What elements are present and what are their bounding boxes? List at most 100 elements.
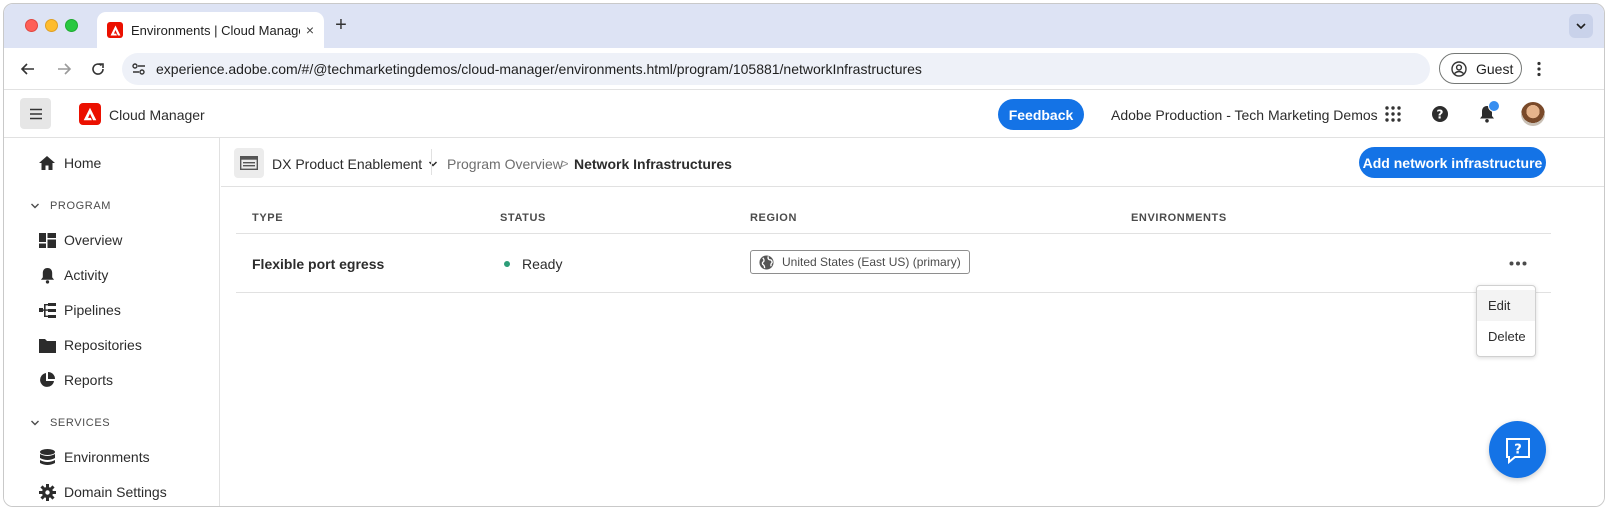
help-button[interactable]: ? bbox=[1489, 421, 1546, 478]
sidebar-item-label: Environments bbox=[64, 449, 150, 465]
column-header-status[interactable]: STATUS bbox=[500, 212, 546, 224]
close-window-button[interactable] bbox=[25, 19, 38, 32]
help-icon[interactable]: ? bbox=[1430, 104, 1450, 124]
add-network-infrastructure-button[interactable]: Add network infrastructure bbox=[1359, 147, 1546, 178]
region-tag: United States (East US) (primary) bbox=[750, 250, 970, 274]
tab-search-button[interactable] bbox=[1569, 14, 1593, 38]
chevron-down-icon bbox=[31, 420, 39, 426]
column-header-region[interactable]: REGION bbox=[750, 212, 797, 224]
browser-toolbar: experience.adobe.com/#/@techmarketingdem… bbox=[4, 48, 1604, 90]
sidebar-item-label: Reports bbox=[64, 372, 114, 388]
more-vertical-icon bbox=[1537, 61, 1541, 77]
pie-chart-icon bbox=[38, 371, 56, 389]
site-settings-icon[interactable] bbox=[122, 62, 156, 76]
user-avatar[interactable] bbox=[1521, 102, 1545, 126]
sidebar-item-label: Home bbox=[64, 155, 102, 171]
program-switcher[interactable]: DX Product Enablement bbox=[272, 156, 438, 172]
svg-text:?: ? bbox=[1514, 442, 1522, 457]
app-header: Cloud Manager Feedback Adobe Production … bbox=[4, 90, 1604, 138]
apps-grid-icon[interactable] bbox=[1383, 104, 1403, 124]
sidebar-item-domain-settings[interactable]: Domain Settings bbox=[4, 477, 220, 506]
browser-tab[interactable]: Environments | Cloud Manage × bbox=[97, 12, 324, 48]
divider bbox=[431, 149, 432, 175]
more-horizontal-icon bbox=[1509, 261, 1527, 265]
network-infrastructure-table: TYPE STATUS REGION ENVIRONMENTS Flexible… bbox=[236, 200, 1551, 293]
browser-menu-button[interactable] bbox=[1529, 58, 1549, 80]
dashboard-icon bbox=[38, 231, 56, 249]
table-header: TYPE STATUS REGION ENVIRONMENTS bbox=[236, 200, 1551, 234]
breadcrumb-bar: DX Product Enablement Program Overview >… bbox=[221, 138, 1604, 187]
bell-icon bbox=[38, 266, 56, 284]
cell-type: Flexible port egress bbox=[252, 256, 385, 272]
help-chat-icon: ? bbox=[1505, 437, 1530, 464]
chevron-down-icon bbox=[1576, 23, 1586, 30]
home-icon bbox=[38, 154, 56, 172]
arrow-left-icon bbox=[20, 63, 34, 75]
page-title: Network Infrastructures bbox=[574, 156, 732, 172]
adobe-favicon-icon bbox=[107, 22, 123, 38]
sidebar-section-services[interactable]: SERVICES bbox=[30, 417, 110, 429]
pipeline-icon bbox=[38, 301, 56, 319]
profile-label: Guest bbox=[1476, 60, 1514, 77]
arrow-right-icon bbox=[58, 63, 72, 75]
sidebar-item-activity[interactable]: Activity bbox=[4, 260, 220, 290]
sidebar-item-label: Repositories bbox=[64, 337, 142, 353]
tab-close-icon[interactable]: × bbox=[306, 22, 314, 38]
program-icon bbox=[234, 148, 264, 178]
hamburger-icon bbox=[29, 108, 42, 119]
maximize-window-button[interactable] bbox=[65, 19, 78, 32]
column-header-type[interactable]: TYPE bbox=[252, 212, 283, 224]
status-dot-icon bbox=[504, 261, 510, 267]
reload-button[interactable] bbox=[87, 58, 109, 80]
row-actions-menu: Edit Delete bbox=[1476, 285, 1536, 357]
profile-icon bbox=[1451, 60, 1467, 77]
menu-item-edit[interactable]: Edit bbox=[1477, 290, 1535, 321]
status-label: Ready bbox=[522, 256, 563, 272]
sidebar-item-repositories[interactable]: Repositories bbox=[4, 330, 220, 360]
status-cell: Ready bbox=[504, 256, 562, 272]
sidebar-section-program[interactable]: PROGRAM bbox=[30, 200, 111, 212]
row-actions-button[interactable] bbox=[1506, 253, 1530, 273]
sidebar-item-label: Overview bbox=[64, 232, 123, 248]
globe-icon bbox=[759, 254, 774, 270]
menu-item-delete[interactable]: Delete bbox=[1477, 321, 1535, 352]
sidebar-item-environments[interactable]: Environments bbox=[4, 442, 220, 472]
address-bar[interactable]: experience.adobe.com/#/@techmarketingdem… bbox=[122, 53, 1430, 85]
browser-window: Environments | Cloud Manage × + experien… bbox=[3, 3, 1605, 507]
region-label: United States (East US) (primary) bbox=[782, 255, 961, 269]
chevron-down-icon bbox=[31, 203, 39, 209]
forward-button[interactable] bbox=[53, 58, 75, 80]
adobe-logo-icon[interactable] bbox=[79, 103, 101, 125]
minimize-window-button[interactable] bbox=[45, 19, 58, 32]
sidebar-item-overview[interactable]: Overview bbox=[4, 225, 220, 255]
sidebar-item-pipelines[interactable]: Pipelines bbox=[4, 295, 220, 325]
new-tab-button[interactable]: + bbox=[330, 15, 352, 37]
profile-button[interactable]: Guest bbox=[1439, 53, 1522, 84]
feedback-button[interactable]: Feedback bbox=[998, 99, 1084, 130]
reload-icon bbox=[92, 63, 104, 75]
gear-icon bbox=[38, 483, 56, 501]
sidebar-item-label: Pipelines bbox=[64, 302, 121, 318]
menu-toggle-button[interactable] bbox=[20, 98, 51, 129]
program-name: DX Product Enablement bbox=[272, 156, 423, 172]
org-switcher[interactable]: Adobe Production - Tech Marketing Demos bbox=[1111, 107, 1378, 123]
back-button[interactable] bbox=[17, 58, 39, 80]
tab-strip: Environments | Cloud Manage × + bbox=[4, 4, 1604, 48]
main-content: DX Product Enablement Program Overview >… bbox=[221, 138, 1604, 506]
sidebar-item-label: Activity bbox=[64, 267, 109, 283]
column-header-environments[interactable]: ENVIRONMENTS bbox=[1131, 212, 1227, 224]
sidebar-item-reports[interactable]: Reports bbox=[4, 365, 220, 395]
table-row[interactable]: Flexible port egress Ready United States… bbox=[236, 234, 1551, 293]
sidebar-item-label: Domain Settings bbox=[64, 484, 167, 500]
tab-title: Environments | Cloud Manage bbox=[131, 22, 300, 38]
url-text: experience.adobe.com/#/@techmarketingdem… bbox=[156, 61, 922, 77]
sidebar: Home PROGRAM Overview Activity Pipelines bbox=[4, 138, 220, 506]
folder-icon bbox=[38, 336, 56, 354]
notification-badge bbox=[1488, 100, 1500, 112]
chevron-down-icon bbox=[429, 161, 438, 167]
breadcrumb-program-overview[interactable]: Program Overview bbox=[447, 156, 563, 172]
section-label: PROGRAM bbox=[50, 200, 112, 212]
svg-text:?: ? bbox=[1437, 107, 1444, 121]
app-name[interactable]: Cloud Manager bbox=[109, 107, 205, 123]
sidebar-item-home[interactable]: Home bbox=[4, 148, 220, 178]
